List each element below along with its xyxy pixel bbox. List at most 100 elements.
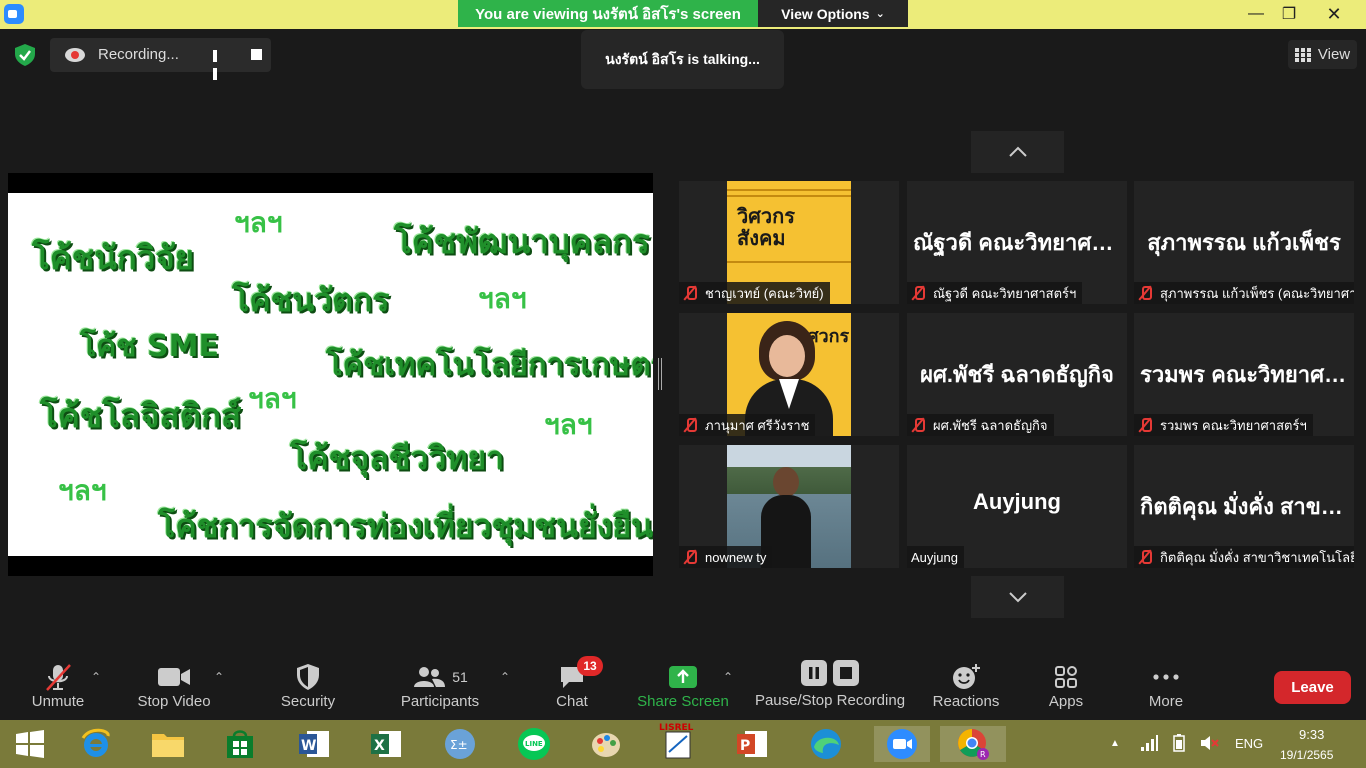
slide-phrase: โค้ชนักวิจัย [32, 238, 194, 277]
gallery-next-button[interactable] [971, 576, 1064, 618]
edge-icon[interactable] [806, 726, 846, 762]
share-screen-icon [669, 666, 697, 688]
signal-icon[interactable] [1140, 735, 1158, 756]
pause-recording-icon[interactable] [213, 49, 225, 80]
recording-label: Recording... [98, 46, 179, 63]
participant-tile[interactable]: สุภาพรรณ แก้วเพ็ชร สุภาพรรณ แก้วเพ็ชร (ค… [1134, 181, 1354, 304]
participant-display-name: ผศ.พัชรี ฉลาดธัญกิจ [920, 362, 1114, 387]
participant-tile[interactable]: nownew ty [679, 445, 899, 568]
view-button[interactable]: View [1288, 40, 1357, 69]
stop-video-label: Stop Video [137, 693, 211, 710]
muted-mic-icon [911, 286, 925, 300]
participant-tile[interactable]: วิศวกร สังคม ชาญเวทย์ (คณะวิทย์) [679, 181, 899, 304]
restore-icon[interactable]: ❐ [1269, 0, 1309, 28]
participant-tile[interactable]: ผศ.พัชรี ฉลาดธัญกิจ ผศ.พัชรี ฉลาดธัญกิจ [907, 313, 1127, 436]
panel-resize-handle[interactable] [658, 358, 662, 390]
participants-count: 51 [452, 669, 468, 685]
excel-icon[interactable]: X [366, 726, 406, 762]
chevron-up-icon [1008, 146, 1027, 157]
gallery-prev-button[interactable] [971, 131, 1064, 173]
participants-label: Participants [400, 693, 480, 710]
smiley-plus-icon [953, 664, 980, 689]
svg-text:Σ±: Σ± [450, 738, 468, 752]
speaker-muted-icon[interactable] [1200, 734, 1220, 757]
muted-mic-icon [1138, 550, 1152, 564]
participant-tile[interactable]: กิตติคุณ มั่งคั่ง สาขาวิชาเทคโนโลยี กิตต… [1134, 445, 1354, 568]
zoom-taskbar-icon[interactable] [874, 726, 930, 762]
powerpoint-icon[interactable]: P [732, 726, 772, 762]
slide-phrase: โค้ชเทคโนโลยีการเกษตร [326, 347, 653, 383]
taskbar-clock-time[interactable]: 9:33 [1299, 727, 1324, 742]
view-options-label: View Options [781, 5, 870, 22]
more-button[interactable]: More [1138, 650, 1194, 720]
apps-icon [1055, 666, 1077, 688]
close-icon[interactable]: ✕ [1314, 0, 1354, 28]
participant-tile[interactable]: ณัฐวดี คณะวิทยาศาสตร์ฯ ณัฐวดี คณะวิทยาศา… [907, 181, 1127, 304]
slide-phrase: โค้ชการจัดการท่องเที่ยวชุมชนยั่งยืน [158, 507, 653, 545]
muted-mic-icon [46, 664, 71, 691]
view-options-button[interactable]: View Options ⌄ [758, 0, 908, 27]
cloud-recording-icon [65, 48, 85, 62]
muted-mic-icon [683, 286, 697, 300]
reactions-label: Reactions [932, 693, 1000, 710]
chevron-down-icon [1008, 592, 1027, 603]
pause-stop-recording-button[interactable]: Pause/Stop Recording [752, 650, 908, 720]
slide-etc: ฯลฯ [58, 474, 107, 507]
slide-etc: ฯลฯ [478, 282, 527, 315]
show-hidden-icons-icon[interactable]: ▲ [1110, 738, 1120, 749]
file-explorer-icon[interactable] [148, 726, 188, 762]
participant-display-name: สุภาพรรณ แก้วเพ็ชร [1147, 230, 1341, 255]
encryption-shield-icon[interactable] [13, 43, 37, 67]
security-shield-icon [297, 664, 319, 690]
line-app-icon[interactable]: LINE [514, 726, 554, 762]
slide-etc: ฯลฯ [234, 206, 283, 239]
paint-icon[interactable] [586, 726, 626, 762]
video-options-caret[interactable]: ⌃ [214, 670, 224, 684]
chrome-icon[interactable]: R [940, 726, 1006, 762]
poster-text: วิศวกร สังคม [737, 204, 796, 250]
grid-icon [1294, 47, 1312, 62]
unmute-label: Unmute [31, 693, 85, 710]
math-input-icon[interactable]: Σ± [440, 726, 480, 762]
recording-indicator: Recording... [50, 38, 271, 80]
security-button[interactable]: Security [270, 650, 346, 720]
share-options-caret[interactable]: ⌃ [723, 670, 733, 684]
audio-options-caret[interactable]: ⌃ [91, 670, 101, 684]
battery-icon[interactable] [1170, 734, 1188, 757]
participant-name-label: รวมพร คณะวิทยาศาสตร์ฯ [1134, 414, 1313, 436]
slide-phrase: โค้ชจุลชีววิทยา [290, 439, 505, 477]
participant-tile[interactable]: Auyjung Auyjung [907, 445, 1127, 568]
share-screen-button[interactable]: Share Screen [636, 650, 730, 720]
windows-start-icon[interactable] [10, 726, 50, 762]
svg-text:P: P [740, 738, 750, 754]
unmute-button[interactable]: Unmute [22, 650, 94, 720]
chat-label: Chat [556, 693, 588, 710]
input-language-indicator[interactable]: ENG [1235, 736, 1263, 751]
leave-button[interactable]: Leave [1274, 671, 1351, 704]
word-icon[interactable]: W [294, 726, 334, 762]
participant-display-name: กิตติคุณ มั่งคั่ง สาขาวิชาเทคโนโลยี [1140, 494, 1354, 519]
share-screen-label: Share Screen [637, 693, 729, 710]
participant-display-name: รวมพร คณะวิทยาศาสตร์ฯ [1140, 362, 1354, 387]
participant-name-label: ภานุมาศ ศรีวังราช [679, 414, 816, 436]
participants-options-caret[interactable]: ⌃ [500, 670, 510, 684]
microsoft-store-icon[interactable] [220, 726, 260, 762]
shared-slide: โค้ชนักวิจัย โค้ชพัฒนาบุคลกร โค้ชนวัตกร … [8, 193, 653, 556]
participants-button[interactable]: 51 Participants [396, 650, 484, 720]
lisrel-icon[interactable]: LISREL [658, 722, 698, 759]
more-label: More [1148, 693, 1184, 710]
reactions-button[interactable]: Reactions [928, 650, 1004, 720]
stop-recording-icon[interactable] [251, 49, 262, 60]
apps-button[interactable]: Apps [1038, 650, 1094, 720]
taskbar-clock-date[interactable]: 19/1/2565 [1280, 748, 1333, 762]
participant-tile[interactable]: วิศวกร ภานุมาศ ศรีวังราช [679, 313, 899, 436]
svg-text:R: R [980, 750, 986, 759]
stop-video-button[interactable]: Stop Video [134, 650, 214, 720]
viewing-screen-banner: You are viewing นงรัตน์ อิสโร's screen [458, 0, 758, 27]
slide-etc: ฯลฯ [248, 382, 297, 415]
participant-tile[interactable]: รวมพร คณะวิทยาศาสตร์ฯ รวมพร คณะวิทยาศาสต… [1134, 313, 1354, 436]
slide-phrase: โค้ชพัฒนาบุคลกร [394, 222, 650, 261]
internet-explorer-icon[interactable] [76, 726, 116, 762]
muted-mic-icon [911, 418, 925, 432]
participant-name-label: ณัฐวดี คณะวิทยาศาสตร์ฯ [907, 282, 1083, 304]
